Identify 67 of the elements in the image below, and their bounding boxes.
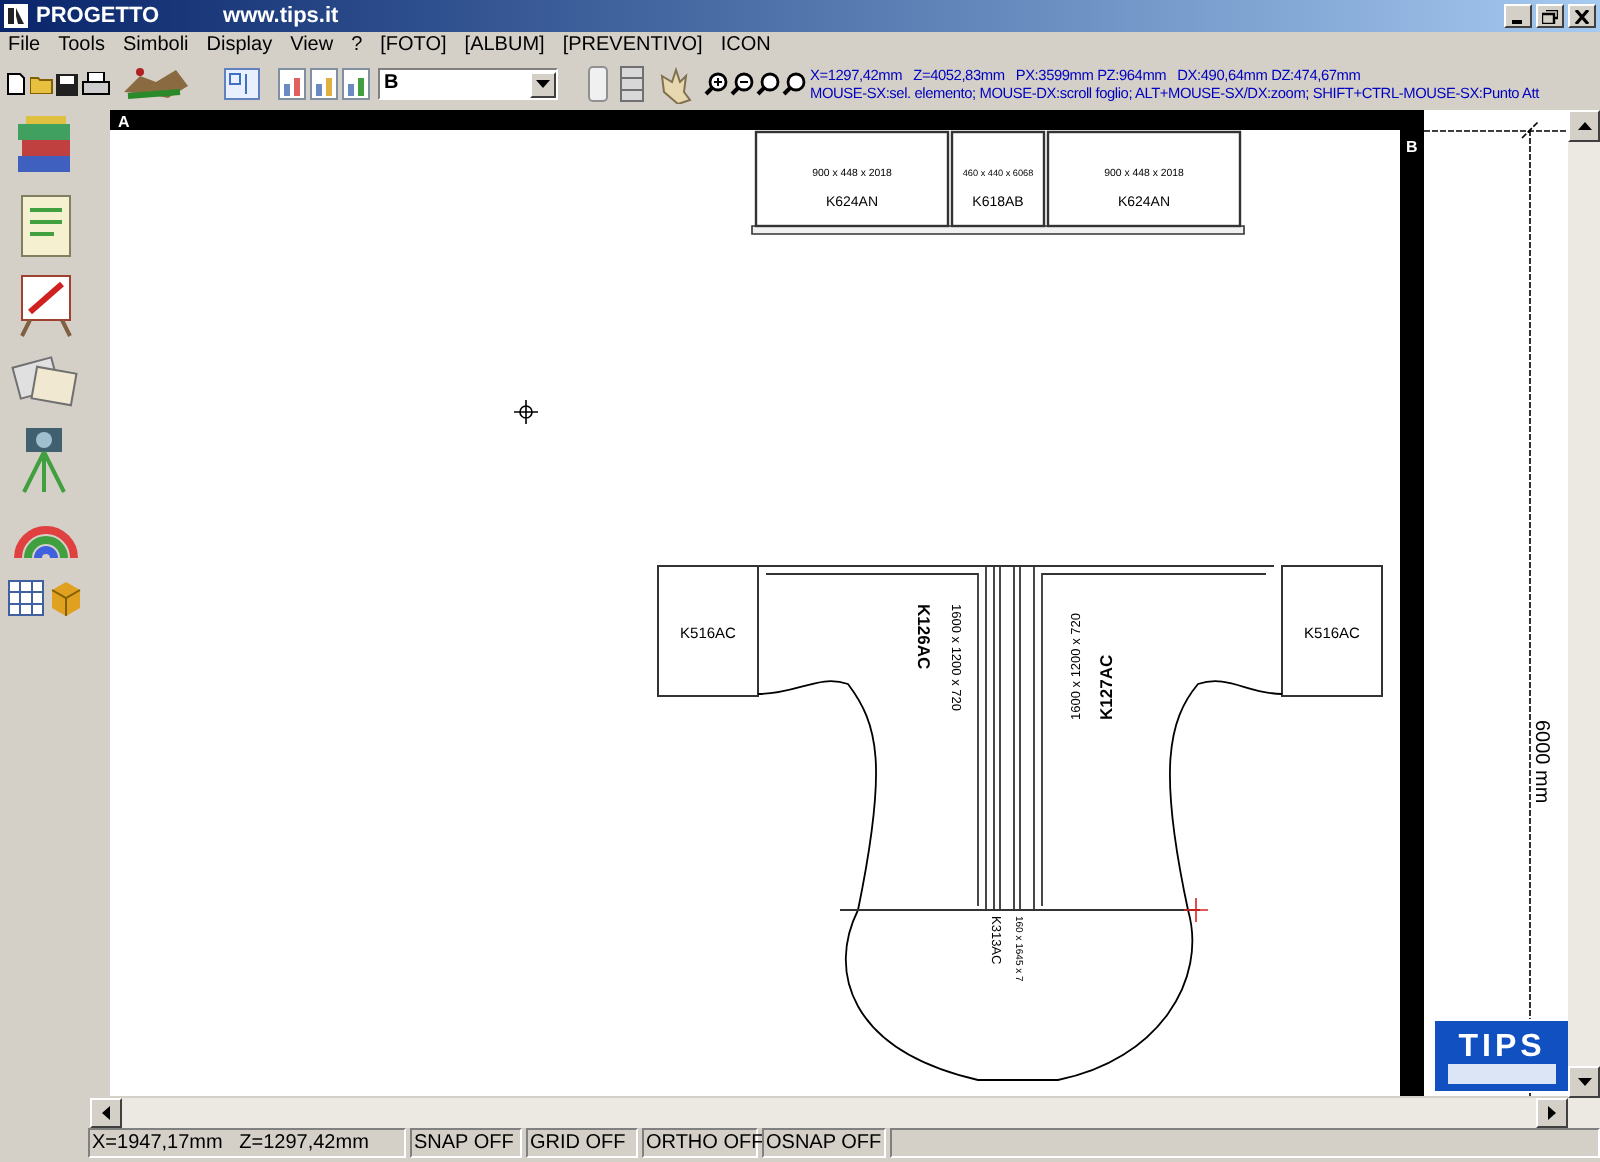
status-flag: SNAP OFF [410, 1128, 522, 1158]
zoom-out-icon [729, 72, 753, 96]
up-arrow-icon [1577, 122, 1591, 130]
view-button[interactable] [276, 62, 308, 106]
menu-item[interactable]: ICON [720, 35, 771, 55]
menu-item[interactable]: View [290, 35, 334, 55]
menu-item[interactable]: Display [206, 35, 273, 55]
status-flag: OSNAP OFF [762, 1128, 886, 1158]
corner-label: A [118, 113, 130, 131]
minimize-button[interactable] [1504, 4, 1532, 28]
layer-value: B [382, 74, 401, 94]
scroll-right-button[interactable] [1536, 1098, 1568, 1128]
window-url: www.tips.it [223, 5, 339, 27]
horizontal-scrollbar[interactable] [90, 1098, 1600, 1128]
vertical-scrollbar[interactable] [1568, 110, 1600, 1098]
crosshair-icon [513, 399, 539, 425]
status-flag: ORTHO OFF [642, 1128, 758, 1158]
view-button[interactable] [308, 62, 340, 106]
folder-icon [29, 74, 53, 94]
menu-item[interactable]: Simboli [122, 35, 189, 55]
layer-select[interactable]: B [378, 68, 558, 100]
corner-label: B [1406, 138, 1418, 156]
desk-code: K127AC [1096, 654, 1116, 720]
zoom-window-icon [781, 72, 805, 96]
restore-button[interactable] [1536, 4, 1564, 28]
scroll-left-button[interactable] [90, 1098, 122, 1128]
close-icon [1574, 9, 1590, 23]
status-coordinates: X=1947,17mm Z=1297,42mm [88, 1128, 406, 1158]
window-title: PROGETTO [36, 5, 160, 27]
chart-icon [342, 68, 370, 100]
right-arrow-icon [1548, 1106, 1556, 1120]
side-cabinet [657, 565, 759, 697]
cube-icon[interactable] [47, 580, 83, 616]
restore-icon [1542, 9, 1558, 23]
scroll-down-button[interactable] [1568, 1066, 1600, 1098]
zoom-icon [755, 72, 779, 96]
desk-code: K126AC [914, 604, 934, 670]
menu-item[interactable]: File [8, 35, 41, 55]
menu-item[interactable]: ? [351, 35, 363, 55]
status-flag: GRID OFF [526, 1128, 638, 1158]
app-icon [4, 4, 28, 28]
chart-icon [310, 68, 338, 100]
cabinet-button[interactable] [614, 62, 650, 106]
floor-plan-icon [224, 68, 260, 100]
floor-plan-button[interactable] [220, 62, 264, 106]
cabinet-icon [620, 66, 644, 102]
view-button[interactable] [340, 62, 372, 106]
menu-item[interactable]: [ALBUM] [464, 35, 545, 55]
cursor-cross-icon [1183, 897, 1209, 923]
down-arrow-icon [1577, 1078, 1591, 1086]
close-button[interactable] [1568, 4, 1596, 28]
side-cabinet [1281, 565, 1383, 697]
chart-icon [278, 68, 306, 100]
scroll-up-button[interactable] [1568, 110, 1600, 142]
dimension-text: 6000 mm [1530, 720, 1552, 804]
menu-item[interactable]: [FOTO] [380, 35, 447, 55]
phone-icon [588, 66, 608, 102]
menu-item[interactable]: Tools [58, 35, 105, 55]
printer-icon [82, 72, 110, 96]
left-arrow-icon [102, 1106, 110, 1120]
furniture-drawing-icon [120, 64, 192, 104]
grid-icon[interactable] [7, 580, 43, 616]
logo-text: TIPS [1458, 1030, 1546, 1064]
document-icon [5, 72, 25, 96]
zoom-in-icon [703, 72, 727, 96]
menu-item[interactable]: [PREVENTIVO] [562, 35, 703, 55]
phone-button[interactable] [582, 62, 614, 106]
